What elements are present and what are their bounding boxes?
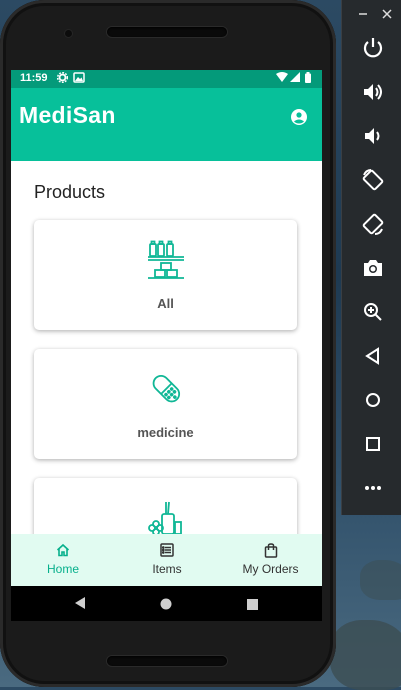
card-label: medicine [137,425,194,440]
app-bar: MediSan [11,88,322,161]
back-icon[interactable] [361,344,385,368]
shopping-bag-icon [264,543,278,563]
overview-icon[interactable] [247,597,258,615]
product-category-card-all[interactable]: All [34,220,297,330]
screenshot-status-icon [73,72,85,86]
settings-status-icon [56,71,69,86]
home-circle-icon[interactable] [160,597,172,615]
status-time: 11:59 [20,72,48,84]
background-rock [330,620,401,690]
app-screen: 11:59 MediSan Products All medicine Home… [11,70,322,621]
wifi-icon [276,72,288,86]
app-title: MediSan [19,102,116,128]
home-icon [56,543,70,562]
status-bar: 11:59 [11,70,322,88]
list-icon [160,543,174,562]
card-label: All [157,296,174,311]
nav-label: Home [46,562,79,576]
rotate-left-icon[interactable] [361,168,385,192]
account-circle-icon[interactable] [290,108,308,126]
system-navigation-bar [11,586,322,621]
nav-items[interactable]: Items [115,534,219,586]
rotate-right-icon[interactable] [361,212,385,236]
battery-icon [305,72,311,86]
overview-icon[interactable] [361,432,385,456]
close-icon[interactable] [382,8,392,22]
bottom-navigation: Home Items My Orders [11,534,322,586]
back-icon[interactable] [74,596,86,615]
shelf-bottles-icon [147,240,185,285]
camera-icon[interactable] [361,256,385,280]
background-rock [360,560,401,600]
power-icon[interactable] [361,36,385,60]
minimize-icon[interactable] [358,8,368,22]
home-circle-icon[interactable] [361,388,385,412]
nav-label: Items [152,562,182,576]
products-heading: Products [34,182,106,202]
bottom-speaker [107,656,227,666]
volume-down-icon[interactable] [361,124,385,148]
nav-home[interactable]: Home [11,534,115,586]
signal-icon [290,72,300,86]
nav-label: My Orders [242,562,299,576]
more-icon[interactable] [361,476,385,500]
capsule-pill-icon [147,369,185,414]
volume-up-icon[interactable] [361,80,385,104]
phone-frame: 11:59 MediSan Products All medicine Home… [0,0,336,687]
product-category-card-medicine[interactable]: medicine [34,349,297,459]
top-speaker [107,27,227,37]
zoom-icon[interactable] [361,300,385,324]
emulator-toolbar [341,0,401,515]
front-camera [65,30,72,37]
nav-my-orders[interactable]: My Orders [219,534,322,586]
